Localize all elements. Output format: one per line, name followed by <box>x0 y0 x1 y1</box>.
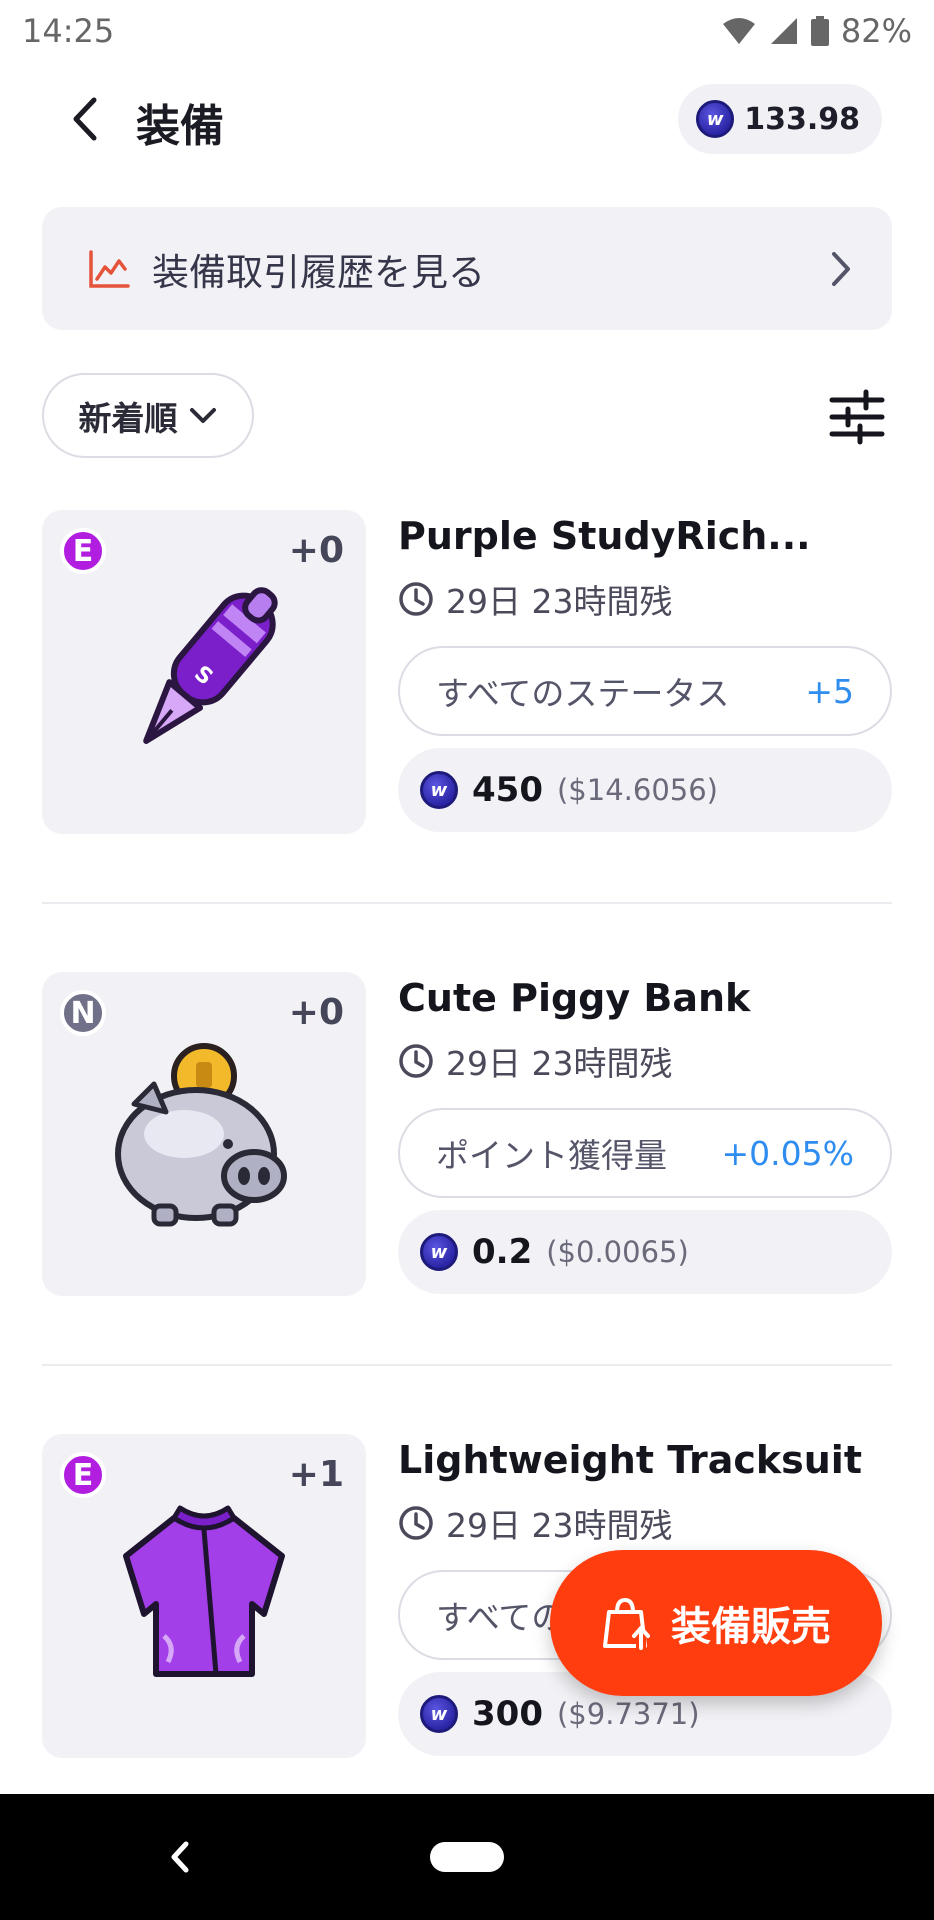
status-bar: 14:25 82% <box>0 0 934 62</box>
status-icons: 82% <box>721 12 912 50</box>
time-remaining-text: 29日 23時間残 <box>446 1044 673 1083</box>
divider <box>42 902 892 904</box>
equipment-item[interactable]: E +0 S Purple StudyRich... 29日 23時間残 すべて… <box>42 510 892 840</box>
sort-dropdown[interactable]: 新着順 <box>42 373 254 458</box>
item-info: Cute Piggy Bank 29日 23時間残 ポイント獲得量 +0.05%… <box>398 972 892 1294</box>
item-thumbnail[interactable]: E +0 S <box>42 510 366 834</box>
stat-label: ポイント獲得量 <box>436 1136 667 1175</box>
balance-value: 133.98 <box>744 101 860 137</box>
trade-history-label: 装備取引履歴を見る <box>152 250 485 294</box>
balance-pill[interactable]: w 133.98 <box>678 84 882 154</box>
price-pill: w 450 ($14.6056) <box>398 748 892 832</box>
item-info: Purple StudyRich... 29日 23時間残 すべてのステータス … <box>398 510 892 832</box>
header: 装備 w 133.98 <box>0 74 934 164</box>
chart-icon <box>89 249 130 288</box>
price-usd: ($9.7371) <box>556 1697 700 1731</box>
sell-equipment-button[interactable]: 装備販売 <box>550 1550 882 1696</box>
stat-pill: すべてのステータス +5 <box>398 646 892 736</box>
wifi-icon <box>722 18 755 44</box>
piggy-bank-icon <box>115 1043 287 1227</box>
time-remaining-text: 29日 23時間残 <box>446 582 673 621</box>
chevron-down-icon <box>189 407 216 423</box>
sliders-icon <box>829 389 885 445</box>
coin-icon: w <box>696 100 735 138</box>
coin-icon: w <box>420 1233 458 1271</box>
price-value: 0.2 <box>472 1232 533 1272</box>
chevron-right-icon <box>832 251 850 286</box>
clock-icon <box>399 582 433 616</box>
item-thumbnail[interactable]: E +1 <box>42 1434 366 1758</box>
price-value: 450 <box>472 770 543 810</box>
price-value: 300 <box>472 1694 543 1734</box>
item-name: Cute Piggy Bank <box>398 976 751 1020</box>
time-remaining: 29日 23時間残 <box>398 578 892 621</box>
tracksuit-icon <box>123 1505 285 1677</box>
nav-back-icon[interactable] <box>160 1834 200 1880</box>
filter-button[interactable] <box>828 388 886 446</box>
sort-label: 新着順 <box>78 398 178 438</box>
stat-value: +5 <box>805 671 854 711</box>
time-remaining-text: 29日 23時間残 <box>446 1506 673 1545</box>
time-remaining: 29日 23時間残 <box>398 1502 892 1545</box>
battery-percent: 82% <box>840 12 912 50</box>
item-name: Lightweight Tracksuit <box>398 1438 862 1482</box>
nav-home-button[interactable] <box>430 1842 504 1872</box>
price-usd: ($14.6056) <box>556 773 718 807</box>
battery-icon <box>810 16 829 46</box>
enhance-level: +0 <box>288 992 344 1033</box>
stat-value: +0.05% <box>721 1133 854 1173</box>
price-pill: w 0.2 ($0.0065) <box>398 1210 892 1294</box>
divider <box>42 1364 892 1366</box>
price-usd: ($0.0065) <box>546 1235 689 1269</box>
stat-pill: ポイント獲得量 +0.05% <box>398 1108 892 1198</box>
coin-icon: w <box>420 1695 458 1733</box>
system-nav-bar <box>0 1794 934 1920</box>
item-name: Purple StudyRich... <box>398 514 811 558</box>
grade-badge: N <box>60 990 106 1036</box>
purple-pen-icon: S <box>143 587 278 744</box>
item-thumbnail[interactable]: N +0 <box>42 972 366 1296</box>
clock-icon <box>399 1044 433 1078</box>
grade-badge: E <box>60 1452 106 1498</box>
page-title: 装備 <box>136 101 224 152</box>
shopping-bag-upload-icon <box>603 1597 650 1650</box>
enhance-level: +0 <box>288 530 344 571</box>
equipment-item[interactable]: N +0 Cute Piggy Bank 29日 23時間残 ポイント獲得量 +… <box>42 972 892 1302</box>
clock-icon <box>399 1506 433 1540</box>
sell-equipment-label: 装備販売 <box>671 1604 831 1650</box>
signal-icon <box>770 18 797 44</box>
back-button[interactable] <box>58 92 112 146</box>
time-remaining: 29日 23時間残 <box>398 1040 892 1083</box>
coin-icon: w <box>420 771 458 809</box>
status-time: 14:25 <box>22 12 115 50</box>
stat-label: すべてのステータス <box>436 674 730 713</box>
trade-history-banner[interactable]: 装備取引履歴を見る <box>42 207 892 330</box>
chevron-left-icon <box>73 97 97 141</box>
enhance-level: +1 <box>288 1454 344 1495</box>
grade-badge: E <box>60 528 106 574</box>
